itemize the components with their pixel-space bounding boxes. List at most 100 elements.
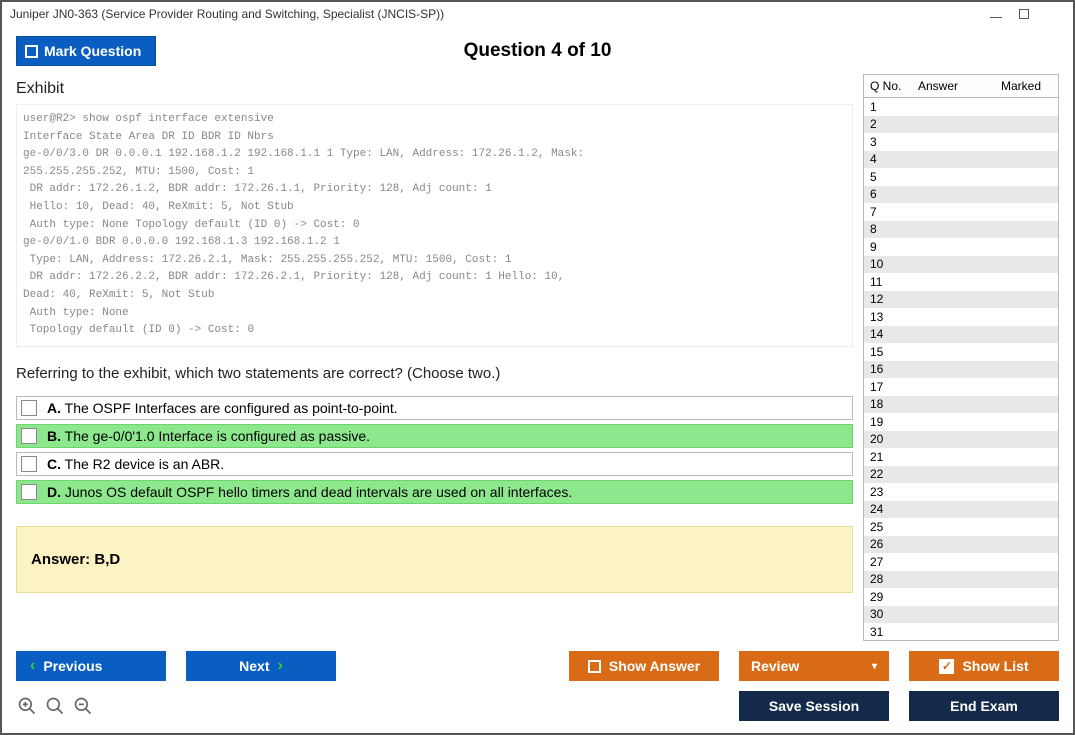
- qno-cell: 22: [864, 467, 912, 481]
- previous-button[interactable]: ‹ Previous: [16, 651, 166, 681]
- question-list-row[interactable]: 25: [864, 518, 1058, 536]
- zoom-in-icon[interactable]: [16, 695, 38, 717]
- question-list-row[interactable]: 11: [864, 273, 1058, 291]
- qno-cell: 2: [864, 117, 912, 131]
- question-list-row[interactable]: 27: [864, 553, 1058, 571]
- header: Mark Question Question 4 of 10: [2, 26, 1073, 74]
- col-answer: Answer: [912, 75, 984, 97]
- qno-cell: 26: [864, 537, 912, 551]
- question-list-row[interactable]: 21: [864, 448, 1058, 466]
- qno-cell: 7: [864, 205, 912, 219]
- review-button[interactable]: Review ▾: [739, 651, 889, 681]
- question-list-panel: Q No. Answer Marked 12345678910111213141…: [863, 74, 1059, 641]
- question-list-row[interactable]: 28: [864, 571, 1058, 589]
- question-stem: Referring to the exhibit, which two stat…: [16, 365, 853, 382]
- qno-cell: 20: [864, 432, 912, 446]
- maximize-icon[interactable]: [1017, 7, 1031, 21]
- question-list-row[interactable]: 7: [864, 203, 1058, 221]
- question-list-row[interactable]: 2: [864, 116, 1058, 134]
- show-answer-button[interactable]: Show Answer: [569, 651, 719, 681]
- choice-row[interactable]: A. The OSPF Interfaces are configured as…: [16, 396, 853, 420]
- col-marked: Marked: [984, 75, 1058, 97]
- choice-letter: D.: [47, 484, 61, 500]
- qno-cell: 28: [864, 572, 912, 586]
- qno-cell: 19: [864, 415, 912, 429]
- question-list-row[interactable]: 26: [864, 536, 1058, 554]
- question-list-row[interactable]: 8: [864, 221, 1058, 239]
- question-list-row[interactable]: 3: [864, 133, 1058, 151]
- qno-cell: 12: [864, 292, 912, 306]
- question-list-row[interactable]: 4: [864, 151, 1058, 169]
- checkbox-icon: [588, 660, 601, 673]
- question-list-row[interactable]: 15: [864, 343, 1058, 361]
- mark-question-button[interactable]: Mark Question: [16, 36, 156, 66]
- question-list-row[interactable]: 6: [864, 186, 1058, 204]
- window-title: Juniper JN0-363 (Service Provider Routin…: [10, 7, 989, 21]
- zoom-controls: [16, 695, 94, 717]
- qno-cell: 10: [864, 257, 912, 271]
- next-button[interactable]: Next ›: [186, 651, 336, 681]
- exhibit-label: Exhibit: [16, 80, 853, 98]
- question-list-row[interactable]: 10: [864, 256, 1058, 274]
- qno-cell: 18: [864, 397, 912, 411]
- question-list-row[interactable]: 5: [864, 168, 1058, 186]
- question-list-row[interactable]: 18: [864, 396, 1058, 414]
- exhibit-text: user@R2> show ospf interface extensive I…: [23, 111, 846, 340]
- qno-cell: 30: [864, 607, 912, 621]
- choice-letter: A.: [47, 400, 61, 416]
- choice-row[interactable]: D. Junos OS default OSPF hello timers an…: [16, 480, 853, 504]
- zoom-out-icon[interactable]: [72, 695, 94, 717]
- question-list-row[interactable]: 29: [864, 588, 1058, 606]
- qno-cell: 17: [864, 380, 912, 394]
- choice-text: The R2 device is an ABR.: [65, 456, 225, 472]
- qno-cell: 5: [864, 170, 912, 184]
- qno-cell: 25: [864, 520, 912, 534]
- qno-cell: 27: [864, 555, 912, 569]
- exhibit-box: user@R2> show ospf interface extensive I…: [16, 104, 853, 347]
- question-pane: Exhibit user@R2> show ospf interface ext…: [16, 74, 863, 641]
- qno-cell: 4: [864, 152, 912, 166]
- question-list-body[interactable]: 1234567891011121314151617181920212223242…: [864, 98, 1058, 640]
- choice-text: The ge-0/0'1.0 Interface is configured a…: [65, 428, 370, 444]
- answer-label: Answer:: [31, 551, 90, 568]
- choice-checkbox[interactable]: [21, 400, 37, 416]
- question-list-row[interactable]: 23: [864, 483, 1058, 501]
- question-list-row[interactable]: 30: [864, 606, 1058, 624]
- question-list-row[interactable]: 14: [864, 326, 1058, 344]
- question-list-row[interactable]: 16: [864, 361, 1058, 379]
- minimize-icon[interactable]: [989, 7, 1003, 21]
- qno-cell: 6: [864, 187, 912, 201]
- question-list-row[interactable]: 20: [864, 431, 1058, 449]
- choice-checkbox[interactable]: [21, 428, 37, 444]
- choice-checkbox[interactable]: [21, 484, 37, 500]
- window-titlebar: Juniper JN0-363 (Service Provider Routin…: [2, 2, 1073, 26]
- qno-cell: 1: [864, 100, 912, 114]
- choice-text: Junos OS default OSPF hello timers and d…: [65, 484, 572, 500]
- question-counter: Question 4 of 10: [2, 40, 1073, 62]
- qno-cell: 15: [864, 345, 912, 359]
- choice-row[interactable]: B. The ge-0/0'1.0 Interface is configure…: [16, 424, 853, 448]
- choice-checkbox[interactable]: [21, 456, 37, 472]
- question-list-row[interactable]: 17: [864, 378, 1058, 396]
- close-icon[interactable]: [1045, 7, 1059, 21]
- show-list-button[interactable]: ✓ Show List: [909, 651, 1059, 681]
- end-exam-button[interactable]: End Exam: [909, 691, 1059, 721]
- question-list-row[interactable]: 24: [864, 501, 1058, 519]
- chevron-right-icon: ›: [278, 657, 283, 675]
- choice-row[interactable]: C. The R2 device is an ABR.: [16, 452, 853, 476]
- question-list-row[interactable]: 9: [864, 238, 1058, 256]
- question-list-row[interactable]: 12: [864, 291, 1058, 309]
- question-list-row[interactable]: 22: [864, 466, 1058, 484]
- qno-cell: 11: [864, 275, 912, 289]
- footer: ‹ Previous Next › Show Answer Review ▾ ✓…: [2, 641, 1073, 733]
- question-list-row[interactable]: 1: [864, 98, 1058, 116]
- zoom-reset-icon[interactable]: [44, 695, 66, 717]
- checkbox-icon: [25, 45, 38, 58]
- question-list-row[interactable]: 31: [864, 623, 1058, 640]
- qno-cell: 9: [864, 240, 912, 254]
- question-list-row[interactable]: 19: [864, 413, 1058, 431]
- answer-box: Answer: B,D: [16, 526, 853, 593]
- save-session-button[interactable]: Save Session: [739, 691, 889, 721]
- question-list-row[interactable]: 13: [864, 308, 1058, 326]
- dropdown-caret-icon: ▾: [872, 661, 877, 672]
